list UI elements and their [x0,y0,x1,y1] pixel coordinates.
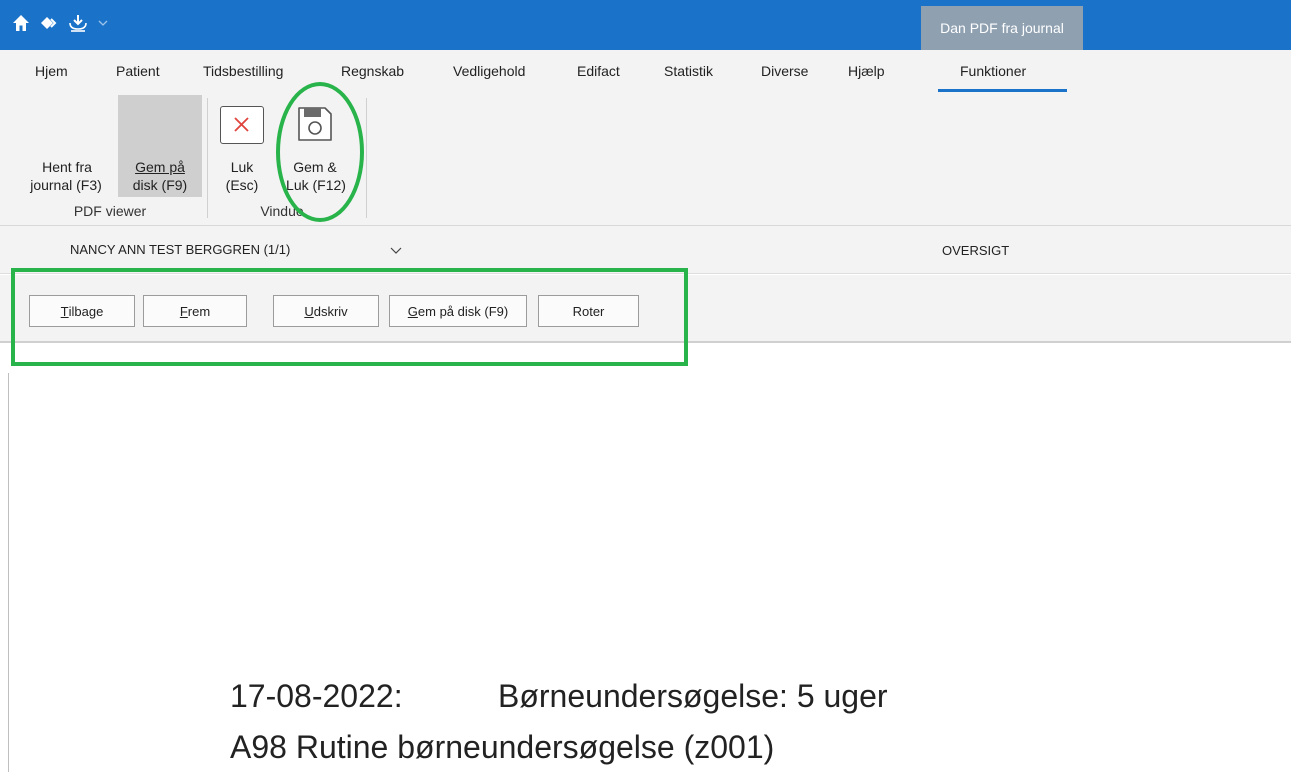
chevron-down-icon[interactable] [390,242,402,260]
tab-patient[interactable]: Patient [116,63,160,79]
group-separator [207,98,208,218]
quick-access-toolbar [12,14,108,32]
document-date: 17-08-2022: [230,678,403,714]
pdf-document-view[interactable]: 17-08-2022: Børneundersøgelse: 5 uger A98… [0,343,1291,772]
gem-paa-disk-button[interactable]: Gem på disk (F9) [118,95,202,197]
ribbon: Hjem Patient Tidsbestilling Regnskab Ved… [0,50,1291,226]
context-tab-dan-pdf[interactable]: Dan PDF fra journal [921,6,1083,50]
gem-label-line1: Gem på [118,158,202,176]
download-icon[interactable] [68,14,88,32]
tab-diverse[interactable]: Diverse [761,63,808,79]
patient-name[interactable]: NANCY ANN TEST BERGGREN (1/1) [70,242,290,257]
home-icon[interactable] [12,14,30,32]
title-bar: Dan PDF fra journal [0,0,1291,50]
tab-vedligehold[interactable]: Vedligehold [453,63,525,79]
tab-regnskab[interactable]: Regnskab [341,63,404,79]
tab-edifact[interactable]: Edifact [577,63,620,79]
hent-label-line2: journal (F3) [30,177,102,193]
tab-statistik[interactable]: Statistik [664,63,713,79]
document-diagnosis: A98 Rutine børneundersøgelse (z001) [230,729,775,765]
hent-label-line1: Hent fra [42,159,92,175]
gem-label-line1-text: Gem på [135,159,185,175]
luk-label-line1: Luk [230,159,254,175]
page-border [8,373,9,772]
tab-hjem[interactable]: Hjem [35,63,68,79]
annotation-ellipse [276,82,364,222]
tab-hjaelp[interactable]: Hjælp [848,63,885,79]
group-separator [366,98,367,218]
document-title: Børneundersøgelse: 5 uger [498,678,888,714]
document-heading: 17-08-2022: Børneundersøgelse: 5 uger [230,678,888,715]
tab-funktioner[interactable]: Funktioner [960,63,1026,79]
active-tab-indicator [938,89,1067,92]
annotation-rectangle [11,268,688,366]
luk-label-line2: (Esc) [225,177,259,193]
gem-label-line2: disk (F9) [132,177,188,193]
tab-tidsbestilling[interactable]: Tidsbestilling [203,63,283,79]
close-icon [220,106,264,144]
patient-selector-row: NANCY ANN TEST BERGGREN (1/1) OVERSIGT [0,226,1291,274]
group-label-pdf-viewer: PDF viewer [73,203,147,219]
overview-label[interactable]: OVERSIGT [942,243,1009,258]
chevron-down-icon[interactable] [98,19,108,27]
nav-diamond-icon[interactable] [40,14,58,32]
